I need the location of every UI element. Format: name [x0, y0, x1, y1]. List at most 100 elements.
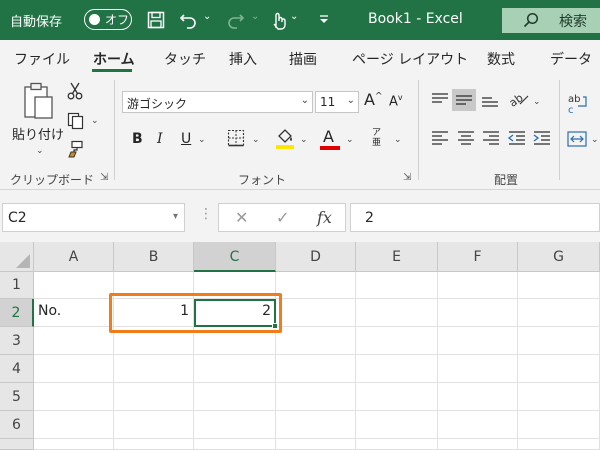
tab-file[interactable]: ファイル [14, 49, 70, 69]
merge-chevron-icon[interactable]: ⌄ [591, 135, 599, 145]
bold-button[interactable]: B [132, 131, 143, 147]
grid-cell[interactable] [518, 272, 600, 299]
tab-formulas[interactable]: 数式 [487, 49, 515, 69]
grid-cell[interactable] [356, 411, 438, 439]
column-header-c[interactable]: C [194, 242, 276, 272]
name-box[interactable]: C2 ▾ [2, 203, 185, 232]
grid-cell[interactable] [518, 299, 600, 327]
grid-cell[interactable] [438, 299, 518, 327]
grid-cell[interactable] [356, 327, 438, 355]
align-top-icon[interactable] [431, 92, 449, 112]
underline-button[interactable]: U [181, 131, 191, 147]
grid-cell[interactable] [194, 383, 276, 411]
merge-center-icon[interactable] [567, 130, 587, 152]
increase-indent-icon[interactable] [533, 130, 551, 150]
undo-icon[interactable] [176, 8, 200, 32]
grid-cell[interactable] [276, 272, 356, 299]
grid-cell[interactable] [34, 272, 114, 299]
align-middle-icon[interactable] [455, 92, 473, 112]
align-center-icon[interactable] [457, 130, 475, 150]
borders-chevron-icon[interactable]: ⌄ [252, 135, 260, 145]
tab-draw[interactable]: 描画 [289, 49, 317, 69]
column-header-e[interactable]: E [356, 242, 438, 272]
undo-chevron-icon[interactable]: ⌄ [203, 11, 211, 22]
grid-cell[interactable] [438, 411, 518, 439]
grid-cell[interactable] [34, 355, 114, 383]
insert-function-button[interactable]: fx [317, 208, 332, 227]
row-header-1[interactable]: 1 [0, 272, 34, 299]
cancel-icon[interactable]: ✕ [235, 208, 248, 227]
grid-cell[interactable] [114, 439, 194, 450]
select-all-button[interactable] [0, 242, 34, 272]
font-name-combo[interactable]: 游ゴシック ⌄ [122, 91, 313, 113]
align-bottom-icon[interactable] [481, 92, 499, 112]
wrap-text-icon[interactable]: ab c [567, 92, 589, 118]
copy-chevron-icon[interactable]: ⌄ [91, 116, 99, 126]
grid-cell[interactable] [276, 327, 356, 355]
row-header-5[interactable]: 5 [0, 383, 34, 411]
touch-mode-icon[interactable] [266, 8, 290, 32]
font-color-button[interactable]: A [320, 127, 342, 151]
fill-color-chevron-icon[interactable]: ⌄ [300, 135, 308, 145]
grid-cell[interactable] [518, 383, 600, 411]
tab-touch[interactable]: タッチ [164, 49, 206, 69]
clipboard-launcher-icon[interactable]: ⇲ [100, 172, 108, 183]
grid-cell[interactable] [356, 299, 438, 327]
fill-color-icon[interactable] [275, 127, 295, 153]
row-header-2[interactable]: 2 [0, 299, 34, 327]
grid-cell[interactable] [194, 355, 276, 383]
column-header-g[interactable]: G [518, 242, 600, 272]
autosave-toggle[interactable]: オフ [84, 9, 132, 30]
enter-icon[interactable]: ✓ [276, 208, 289, 227]
copy-icon[interactable] [67, 112, 85, 134]
cell-a2[interactable]: No. [34, 299, 114, 327]
italic-button[interactable]: I [157, 131, 163, 147]
orientation-icon[interactable]: ab [507, 90, 530, 112]
formula-bar-handle-icon[interactable]: ⋮ [199, 206, 213, 222]
paste-button[interactable]: 貼り付け ⌄ [8, 80, 66, 160]
grid-cell[interactable] [194, 411, 276, 439]
grid-cell[interactable] [34, 383, 114, 411]
paste-chevron-icon[interactable]: ⌄ [36, 146, 44, 156]
grid-cell[interactable] [276, 411, 356, 439]
orientation-chevron-icon[interactable]: ⌄ [533, 97, 541, 107]
grid-cell[interactable] [356, 272, 438, 299]
customize-qat-icon[interactable] [312, 8, 336, 32]
grid-cell[interactable] [276, 383, 356, 411]
column-header-b[interactable]: B [114, 242, 194, 272]
cut-icon[interactable] [67, 82, 83, 104]
grid-cell[interactable] [114, 411, 194, 439]
font-color-chevron-icon[interactable]: ⌄ [346, 135, 354, 145]
grid-cell[interactable] [356, 439, 438, 450]
tab-insert[interactable]: 挿入 [229, 49, 257, 69]
grid-cell[interactable] [276, 299, 356, 327]
grow-font-icon[interactable]: A^ [364, 90, 383, 109]
decrease-indent-icon[interactable] [507, 130, 526, 150]
shrink-font-icon[interactable]: Av [389, 93, 403, 109]
search-box[interactable]: 検索 [502, 8, 600, 33]
tab-home[interactable]: ホーム [93, 49, 135, 69]
grid-cell[interactable] [276, 355, 356, 383]
tab-data[interactable]: データ [550, 49, 592, 69]
borders-icon[interactable] [227, 129, 245, 151]
grid-cell[interactable] [194, 439, 276, 450]
grid-cell[interactable] [438, 439, 518, 450]
row-header-3[interactable]: 3 [0, 327, 34, 355]
grid-cell[interactable] [34, 439, 114, 450]
grid-cell[interactable] [34, 327, 114, 355]
formula-input[interactable]: 2 [350, 203, 600, 232]
font-size-combo[interactable]: 11 ⌄ [315, 91, 359, 113]
grid-cell[interactable] [356, 355, 438, 383]
tab-page-layout[interactable]: ページ レイアウト [352, 49, 468, 69]
grid-cell[interactable] [114, 355, 194, 383]
grid-cell[interactable] [518, 355, 600, 383]
underline-chevron-icon[interactable]: ⌄ [198, 135, 206, 145]
grid-cell[interactable] [34, 411, 114, 439]
phonetic-guide-icon[interactable]: ア亜 [372, 128, 381, 148]
font-launcher-icon[interactable]: ⇲ [403, 172, 411, 183]
grid-cell[interactable] [438, 272, 518, 299]
row-header-4[interactable]: 4 [0, 355, 34, 383]
grid-cell[interactable] [518, 327, 600, 355]
touch-chevron-icon[interactable]: ⌄ [290, 11, 298, 22]
phonetic-chevron-icon[interactable]: ⌄ [394, 135, 402, 145]
